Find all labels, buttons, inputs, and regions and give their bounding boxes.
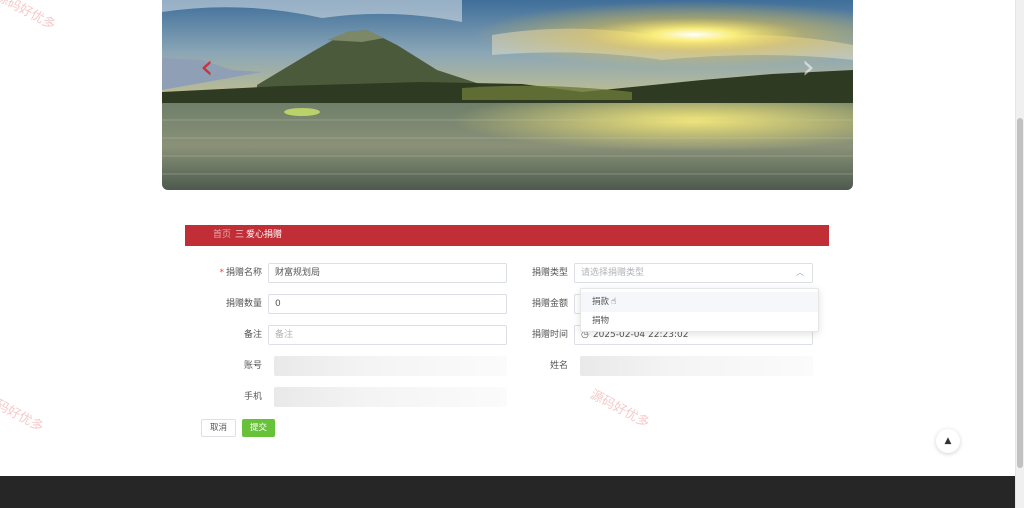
donation-amount-label: 捐赠金额 (531, 299, 568, 309)
donation-name-input[interactable]: 财富规划局 (268, 263, 507, 283)
watermark-text: 源码好优多 (0, 391, 46, 436)
carousel-prev-arrow-icon[interactable]: ‹ (200, 50, 214, 84)
scrollbar-thumb[interactable] (1017, 118, 1023, 468)
donation-type-placeholder: 请选择捐赠类型 (581, 268, 645, 278)
hand-pointer-icon: ☝ (611, 297, 617, 307)
donation-name-label: * 捐赠名称 (196, 263, 262, 283)
phone-value-masked (274, 387, 507, 407)
breadcrumb-current: 爱心捐赠 (246, 230, 283, 240)
dropdown-option-cash[interactable]: 捐款 ☝ (581, 292, 818, 312)
carousel-next-arrow-icon[interactable]: › (801, 50, 815, 84)
donation-type-dropdown: 捐款 ☝ 捐物 (580, 288, 819, 332)
breadcrumb-separator-icon: 三 (235, 230, 245, 240)
remark-label: 备注 (243, 330, 262, 340)
realname-value-masked (580, 356, 813, 376)
breadcrumb-home-link[interactable]: 首页 (213, 225, 231, 246)
donation-time-label: 捐赠时间 (531, 330, 568, 340)
watermark-text: 源码好优多 (0, 0, 58, 34)
breadcrumb: 首页 三 爱心捐赠 (185, 225, 829, 246)
banner-image (162, 0, 853, 190)
realname-label: 姓名 (549, 361, 568, 371)
cancel-button[interactable]: 取消 (201, 419, 236, 437)
donation-quantity-label: 捐赠数量 (225, 299, 262, 309)
phone-label: 手机 (243, 392, 262, 402)
donation-type-select[interactable]: 请选择捐赠类型 ︿ (574, 263, 813, 283)
footer (0, 476, 1015, 508)
page: ‹ › 首页 三 爱心捐赠 * 捐赠名称 财富规划局 捐赠类型 请选择捐赠类型 ︿… (0, 0, 1024, 508)
donation-quantity-input[interactable]: 0 (268, 294, 507, 314)
remark-input[interactable]: 备注 (268, 325, 507, 345)
account-label: 账号 (243, 361, 262, 371)
back-to-top-button[interactable]: ▲ (936, 429, 960, 453)
submit-button[interactable]: 提交 (242, 419, 275, 437)
account-value-masked (274, 356, 507, 376)
required-mark: * (219, 268, 224, 278)
chevron-up-icon: ︿ (796, 268, 804, 277)
dropdown-option-cash-label: 捐款 (592, 297, 610, 307)
donation-type-label: 捐赠类型 (531, 268, 568, 278)
dropdown-option-goods[interactable]: 捐物 (581, 311, 818, 331)
page-scrollbar[interactable] (1015, 0, 1024, 508)
banner-carousel[interactable]: ‹ › (162, 0, 853, 190)
watermark-text: 源码好优多 (587, 387, 652, 432)
donation-name-label-text: 捐赠名称 (225, 268, 262, 278)
